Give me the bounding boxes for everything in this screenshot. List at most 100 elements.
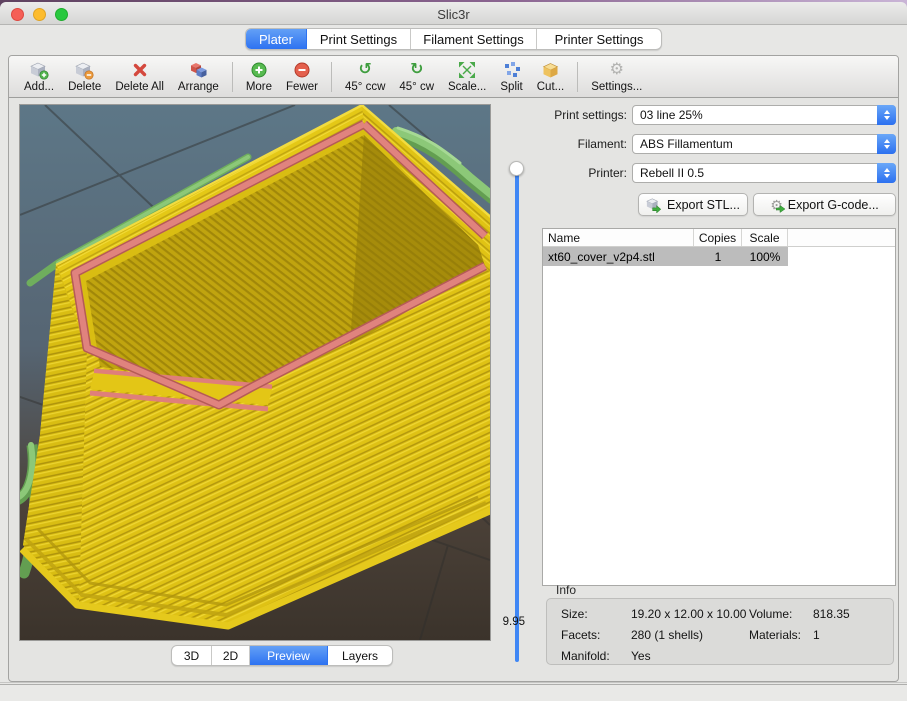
manifold-value: Yes [631, 649, 651, 663]
arrange-icon [189, 61, 208, 80]
object-copies-cell: 1 [694, 250, 742, 264]
size-label: Size: [561, 607, 588, 621]
column-header-copies[interactable]: Copies [694, 229, 742, 246]
add-button-label: Add... [24, 81, 54, 93]
view-tab-preview[interactable]: Preview [250, 646, 328, 665]
tab-print-settings[interactable]: Print Settings [307, 29, 411, 49]
more-copies-button-label: More [246, 81, 272, 93]
delete-all-icon [131, 61, 149, 80]
printer-select[interactable]: Rebell II 0.5 [632, 163, 896, 183]
window-title: Slic3r [0, 7, 907, 22]
facets-value: 280 (1 shells) [631, 628, 703, 642]
column-header-name[interactable]: Name [543, 229, 694, 246]
print-settings-label: Print settings: [541, 108, 632, 122]
volume-label: Volume: [749, 607, 792, 621]
dropdown-stepper-icon [877, 163, 896, 183]
object-name-cell: xt60_cover_v2p4.stl [543, 250, 694, 264]
fewer-copies-button[interactable]: Fewer [279, 60, 325, 94]
view-mode-tabs: 3D 2D Preview Layers [171, 645, 393, 666]
filament-label: Filament: [541, 137, 632, 151]
window-titlebar: Slic3r [0, 2, 907, 25]
volume-value: 818.35 [813, 607, 850, 621]
panel-divider [0, 682, 907, 683]
arrange-button-label: Arrange [178, 81, 219, 93]
cut-button-label: Cut... [537, 81, 564, 93]
info-group-title: Info [556, 583, 576, 597]
split-icon [503, 61, 521, 80]
tab-printer-settings[interactable]: Printer Settings [537, 29, 661, 49]
export-gcode-icon: ⚙ [770, 198, 783, 212]
view-tab-layers[interactable]: Layers [328, 646, 392, 665]
plater-toolbar: Add... Delete Delete All Arrange More [9, 56, 898, 98]
rotate-ccw-button[interactable]: ↺ 45° ccw [338, 60, 392, 94]
layer-slider-track[interactable] [515, 168, 519, 662]
printer-label: Printer: [541, 166, 632, 180]
facets-label: Facets: [561, 628, 600, 642]
export-gcode-button[interactable]: ⚙ Export G-code... [753, 193, 896, 216]
3d-preview-canvas[interactable] [19, 104, 491, 641]
rotate-cw-button[interactable]: ↻ 45° cw [392, 60, 441, 94]
settings-gear-icon: ⚙ [610, 61, 624, 80]
add-button[interactable]: Add... [17, 60, 61, 94]
printer-row: Printer: Rebell II 0.5 [541, 163, 896, 183]
delete-button-label: Delete [68, 81, 101, 93]
remove-copy-icon [293, 61, 311, 80]
fewer-copies-button-label: Fewer [286, 81, 318, 93]
object-scale-cell: 100% [742, 250, 788, 264]
settings-button-label: Settings... [591, 81, 642, 93]
filament-value: ABS Fillamentum [640, 137, 733, 151]
rotate-cw-button-label: 45° cw [399, 81, 434, 93]
arrange-button[interactable]: Arrange [171, 60, 226, 94]
export-stl-icon [646, 197, 662, 213]
plater-panel: Add... Delete Delete All Arrange More [8, 55, 899, 682]
rotate-ccw-icon: ↺ [358, 61, 371, 80]
column-header-scale[interactable]: Scale [742, 229, 788, 246]
rotate-ccw-button-label: 45° ccw [345, 81, 385, 93]
split-button[interactable]: Split [493, 60, 529, 94]
view-tab-2d[interactable]: 2D [212, 646, 250, 665]
object-list-header: Name Copies Scale [543, 229, 895, 247]
print-settings-row: Print settings: 03 line 25% [541, 105, 896, 125]
toolbar-separator [331, 62, 332, 92]
scale-button[interactable]: Scale... [441, 60, 493, 94]
tab-filament-settings[interactable]: Filament Settings [411, 29, 537, 49]
print-settings-select[interactable]: 03 line 25% [632, 105, 896, 125]
status-bar [0, 684, 907, 701]
object-list-table[interactable]: Name Copies Scale xt60_cover_v2p4.stl 1 … [542, 228, 896, 586]
settings-button[interactable]: ⚙ Settings... [584, 60, 649, 94]
delete-all-button[interactable]: Delete All [108, 60, 171, 94]
filament-select[interactable]: ABS Fillamentum [632, 134, 896, 154]
delete-button[interactable]: Delete [61, 60, 108, 94]
print-settings-value: 03 line 25% [640, 108, 703, 122]
layer-slider-value: 9.95 [491, 616, 525, 628]
dropdown-stepper-icon [877, 134, 896, 154]
export-stl-label: Export STL... [667, 198, 740, 212]
scale-button-label: Scale... [448, 81, 486, 93]
object-row[interactable]: xt60_cover_v2p4.stl 1 100% [543, 247, 788, 266]
more-copies-button[interactable]: More [239, 60, 279, 94]
materials-value: 1 [813, 628, 820, 642]
info-group-box: Size: 19.20 x 12.00 x 10.00 Volume: 818.… [546, 598, 894, 665]
dropdown-stepper-icon [877, 105, 896, 125]
split-button-label: Split [500, 81, 522, 93]
cut-button[interactable]: Cut... [530, 60, 571, 94]
export-gcode-label: Export G-code... [788, 198, 879, 212]
delete-all-button-label: Delete All [115, 81, 164, 93]
rotate-cw-icon: ↻ [410, 61, 423, 80]
size-value: 19.20 x 12.00 x 10.00 [631, 607, 746, 621]
layer-slider-thumb[interactable] [509, 161, 524, 176]
add-copy-icon [250, 61, 268, 80]
export-stl-button[interactable]: Export STL... [638, 193, 748, 216]
main-tab-bar: Plater Print Settings Filament Settings … [245, 28, 662, 50]
toolbar-separator [577, 62, 578, 92]
materials-label: Materials: [749, 628, 801, 642]
tab-plater[interactable]: Plater [246, 29, 307, 49]
toolbar-separator [232, 62, 233, 92]
scale-icon [458, 61, 476, 80]
view-tab-3d[interactable]: 3D [172, 646, 212, 665]
package-remove-icon [75, 61, 94, 80]
package-add-icon [30, 61, 49, 80]
manifold-label: Manifold: [561, 649, 610, 663]
cut-icon [541, 61, 560, 80]
filament-row: Filament: ABS Fillamentum [541, 134, 896, 154]
